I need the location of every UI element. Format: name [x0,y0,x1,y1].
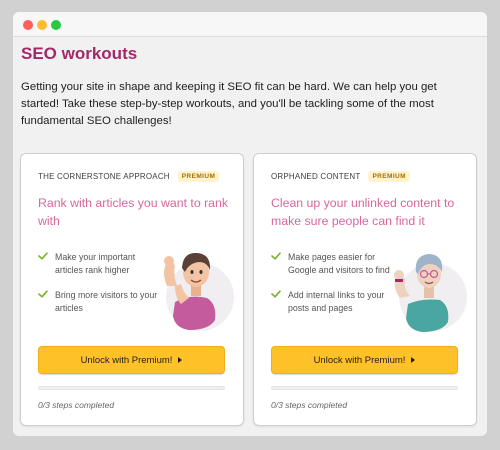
check-icon [271,252,281,260]
feature-text: Make pages easier for Google and visitor… [288,252,390,275]
window-titlebar [13,12,487,37]
feature-item: Make pages easier for Google and visitor… [271,251,391,277]
card-label: THE CORNERSTONE APPROACH [38,172,170,181]
feature-text: Bring more visitors to your articles [55,290,158,313]
card-label: ORPHANED CONTENT [271,172,361,181]
caret-right-icon [178,357,183,363]
unlock-premium-button[interactable]: Unlock with Premium! [271,346,458,374]
card-header: ORPHANED CONTENT PREMIUM [271,171,410,182]
unlock-premium-button[interactable]: Unlock with Premium! [38,346,225,374]
feature-list: Make your important articles rank higher… [38,251,158,327]
workout-card-orphaned: ORPHANED CONTENT PREMIUM Clean up your u… [253,153,477,426]
feature-item: Add internal links to your posts and pag… [271,289,391,315]
progress-bar [271,386,458,390]
button-label: Unlock with Premium! [313,354,406,366]
button-label: Unlock with Premium! [80,354,173,366]
maximize-window-button[interactable] [51,20,61,30]
progress-bar [38,386,225,390]
premium-badge: PREMIUM [368,171,410,182]
feature-item: Make your important articles rank higher [38,251,158,277]
check-icon [38,252,48,260]
page-title: SEO workouts [21,44,138,63]
app-window: SEO workouts Getting your site in shape … [13,12,487,436]
workout-card-cornerstone: THE CORNERSTONE APPROACH PREMIUM Rank wi… [20,153,244,426]
intro-text: Getting your site in shape and keeping i… [21,81,437,127]
check-icon [38,290,48,298]
flexing-man-illustration [164,252,234,331]
steps-completed: 0/3 steps completed [271,400,348,410]
feature-text: Add internal links to your posts and pag… [288,290,385,313]
card-title: Clean up your unlinked content to make s… [271,196,455,228]
card-title: Rank with articles you want to rank with [38,196,229,228]
card-header: THE CORNERSTONE APPROACH PREMIUM [38,171,220,182]
premium-badge: PREMIUM [177,171,220,182]
check-icon [271,290,281,298]
feature-item: Bring more visitors to your articles [38,289,158,315]
minimize-window-button[interactable] [37,20,47,30]
feature-list: Make pages easier for Google and visitor… [271,251,391,327]
caret-right-icon [411,357,416,363]
flexing-woman-illustration [394,254,467,332]
close-window-button[interactable] [23,20,33,30]
steps-completed: 0/3 steps completed [38,400,115,410]
feature-text: Make your important articles rank higher [55,252,136,275]
